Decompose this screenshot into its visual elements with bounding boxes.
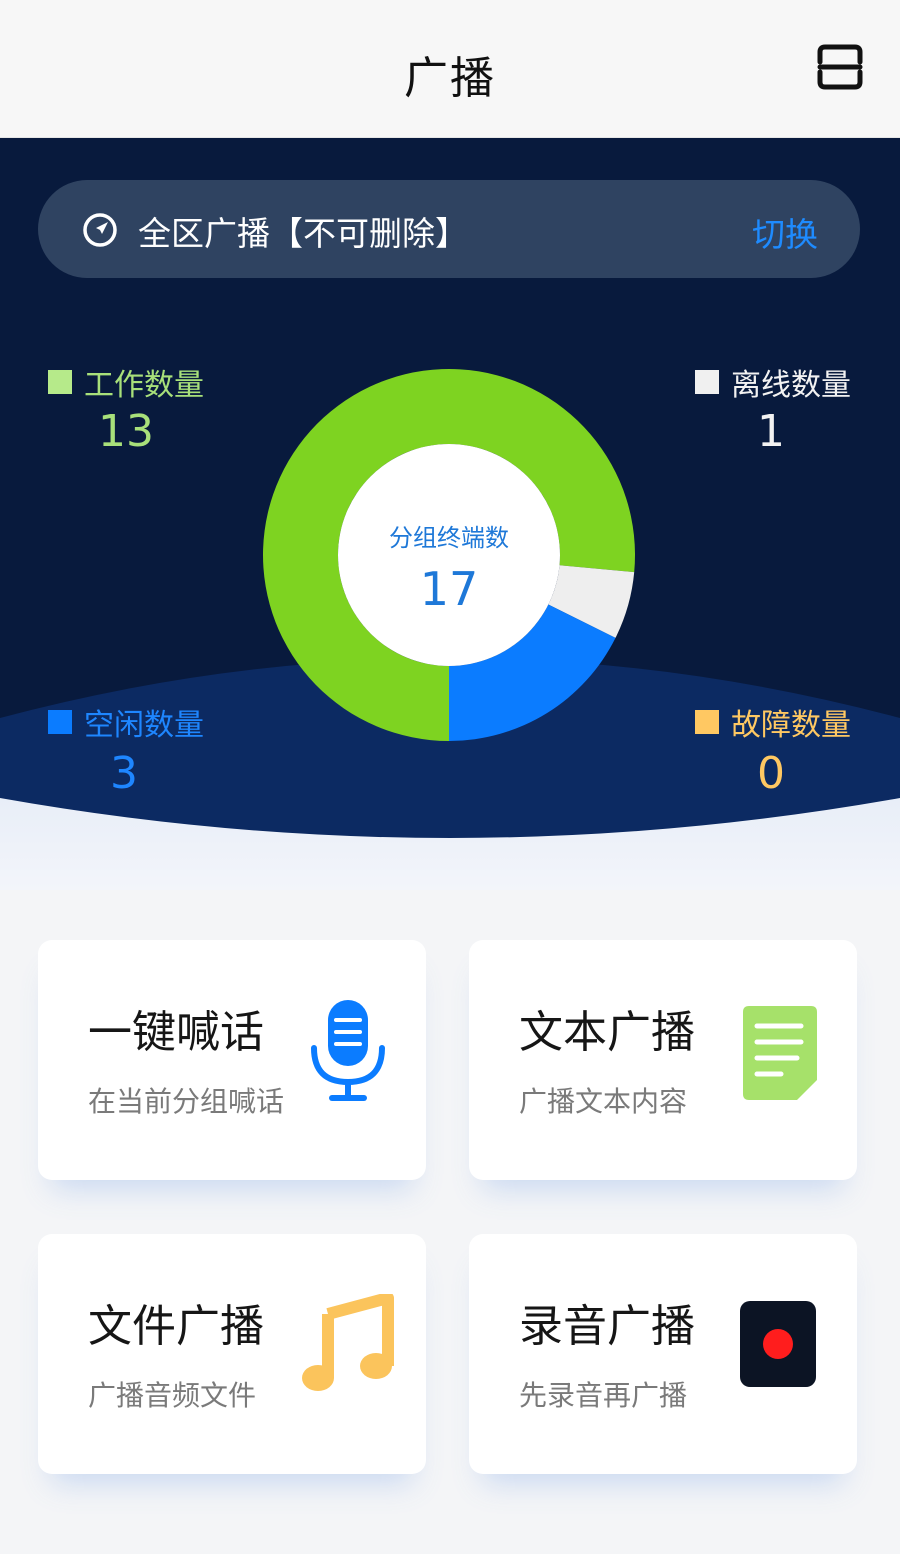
microphone-icon	[310, 998, 386, 1108]
shout-card[interactable]: 一键喊话 在当前分组喊话	[38, 940, 426, 1180]
card-title: 一键喊话	[88, 1007, 264, 1058]
donut-hole	[338, 444, 560, 666]
card-title: 文本广播	[519, 1007, 695, 1058]
record-icon	[740, 1301, 816, 1391]
card-subtitle: 广播文本内容	[519, 1085, 688, 1118]
working-count-label: 工作数量	[48, 360, 204, 404]
stats-panel: 全区广播【不可删除】 切换 工作数量 13 离线数量 1 空闲数量 3 故障数量…	[0, 138, 900, 890]
page-title: 广播	[404, 53, 496, 104]
card-subtitle: 在当前分组喊话	[88, 1085, 285, 1118]
navigation-icon	[82, 212, 118, 248]
working-count-value: 13	[98, 406, 154, 457]
document-icon	[741, 1004, 819, 1106]
idle-count-value: 3	[110, 748, 138, 799]
terminal-donut-chart	[263, 369, 635, 741]
music-note-icon	[300, 1292, 394, 1398]
app-header: 广播	[0, 0, 900, 138]
zone-switch-bar: 全区广播【不可删除】 切换	[38, 180, 860, 278]
idle-legend-square	[48, 710, 72, 734]
fault-label-text: 故障数量	[731, 708, 851, 743]
offline-count-label: 离线数量	[695, 360, 851, 404]
card-subtitle: 先录音再广播	[519, 1379, 688, 1412]
fault-legend-square	[695, 710, 719, 734]
switch-zone-button[interactable]: 切换	[752, 208, 818, 256]
zone-name: 全区广播【不可删除】	[138, 214, 468, 253]
offline-label-text: 离线数量	[731, 368, 851, 403]
working-legend-square	[48, 370, 72, 394]
donut-center-label: 分组终端数	[389, 524, 509, 552]
working-label-text: 工作数量	[84, 368, 204, 403]
offline-legend-square	[695, 370, 719, 394]
offline-count-value: 1	[757, 406, 785, 457]
card-title: 录音广播	[519, 1301, 695, 1352]
card-title: 文件广播	[88, 1301, 264, 1352]
idle-count-label: 空闲数量	[48, 700, 204, 744]
text-broadcast-card[interactable]: 文本广播 广播文本内容	[469, 940, 857, 1180]
card-subtitle: 广播音频文件	[88, 1379, 257, 1412]
donut-center-value: 17	[419, 562, 479, 616]
scan-menu-icon[interactable]	[817, 44, 863, 90]
record-broadcast-card[interactable]: 录音广播 先录音再广播	[469, 1234, 857, 1474]
fault-count-label: 故障数量	[695, 700, 851, 744]
file-broadcast-card[interactable]: 文件广播 广播音频文件	[38, 1234, 426, 1474]
fault-count-value: 0	[757, 748, 785, 799]
idle-label-text: 空闲数量	[84, 708, 204, 743]
